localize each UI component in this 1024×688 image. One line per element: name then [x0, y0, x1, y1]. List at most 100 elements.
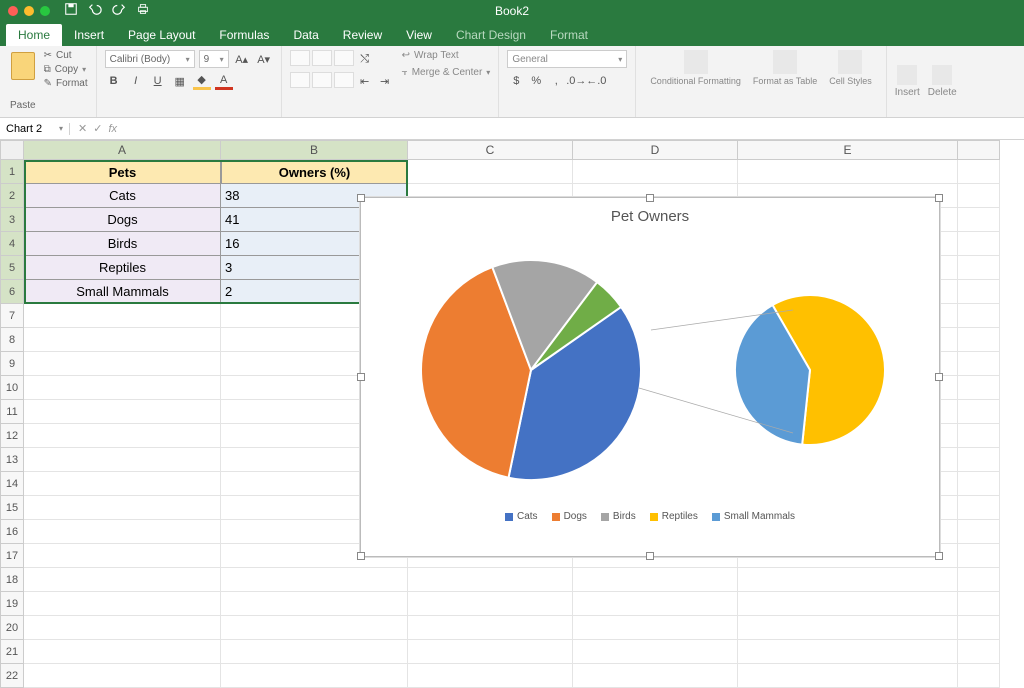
cell[interactable] [573, 568, 738, 592]
chart-object[interactable]: Pet Owners CatsDogsBirdsReptilesSmall Ma… [360, 197, 940, 557]
row-header[interactable]: 9 [0, 352, 24, 376]
cell[interactable] [221, 592, 408, 616]
tab-insert[interactable]: Insert [62, 24, 116, 46]
col-header-b[interactable]: B [221, 140, 408, 160]
row-header[interactable]: 6 [0, 280, 24, 304]
cell[interactable] [958, 184, 1000, 208]
cell[interactable] [221, 640, 408, 664]
undo-icon[interactable] [88, 2, 102, 21]
cell[interactable] [24, 616, 221, 640]
cell[interactable] [24, 640, 221, 664]
increase-font-button[interactable]: A▴ [233, 50, 251, 68]
cell[interactable] [24, 424, 221, 448]
row-header[interactable]: 13 [0, 448, 24, 472]
align-top-button[interactable] [290, 50, 310, 66]
align-left-button[interactable] [290, 72, 310, 88]
resize-handle[interactable] [935, 194, 943, 202]
font-name-select[interactable]: Calibri (Body)▾ [105, 50, 195, 68]
row-header[interactable]: 21 [0, 640, 24, 664]
cell[interactable] [408, 640, 573, 664]
cell[interactable] [738, 664, 958, 688]
tab-view[interactable]: View [394, 24, 444, 46]
col-header-d[interactable]: D [573, 140, 738, 160]
name-box[interactable]: Chart 2▾ [0, 123, 70, 135]
row-header[interactable]: 15 [0, 496, 24, 520]
copy-button[interactable]: ⧉Copy▾ [44, 64, 88, 75]
font-size-select[interactable]: 9▾ [199, 50, 229, 68]
cell[interactable] [958, 520, 1000, 544]
decrease-indent-button[interactable]: ⇤ [356, 72, 374, 90]
border-button[interactable]: ▦ [171, 72, 189, 90]
minimize-window-button[interactable] [24, 6, 34, 16]
align-middle-button[interactable] [312, 50, 332, 66]
row-header[interactable]: 8 [0, 328, 24, 352]
align-center-button[interactable] [312, 72, 332, 88]
format-as-table-button[interactable]: Format as Table [747, 50, 823, 113]
redo-icon[interactable] [112, 2, 126, 21]
cell[interactable] [958, 640, 1000, 664]
cell[interactable] [958, 304, 1000, 328]
cell[interactable] [24, 400, 221, 424]
cell[interactable] [958, 208, 1000, 232]
cell[interactable] [408, 592, 573, 616]
cell[interactable] [24, 568, 221, 592]
cell[interactable] [573, 616, 738, 640]
conditional-formatting-button[interactable]: Conditional Formatting [644, 50, 747, 113]
col-header-e[interactable]: E [738, 140, 958, 160]
currency-button[interactable]: $ [507, 72, 525, 90]
cell[interactable] [24, 448, 221, 472]
cell[interactable] [958, 328, 1000, 352]
cell[interactable] [958, 448, 1000, 472]
col-header-a[interactable]: A [24, 140, 221, 160]
cell[interactable] [958, 232, 1000, 256]
chart-title[interactable]: Pet Owners [361, 198, 939, 225]
select-all-corner[interactable] [0, 140, 24, 160]
row-header[interactable]: 17 [0, 544, 24, 568]
cell[interactable] [958, 568, 1000, 592]
cell[interactable] [24, 328, 221, 352]
cell[interactable] [24, 496, 221, 520]
cell[interactable] [958, 400, 1000, 424]
cell[interactable] [408, 160, 573, 184]
tab-formulas[interactable]: Formulas [207, 24, 281, 46]
cell[interactable] [958, 616, 1000, 640]
cell[interactable]: Small Mammals [24, 280, 221, 304]
merge-center-button[interactable]: ⫟Merge & Center▾ [402, 67, 491, 78]
worksheet[interactable]: A B C D E 123456789101112131415161718192… [0, 140, 1024, 683]
cell[interactable]: Cats [24, 184, 221, 208]
cell[interactable] [958, 592, 1000, 616]
increase-decimal-button[interactable]: .0→ [567, 72, 585, 90]
row-header[interactable]: 7 [0, 304, 24, 328]
cell[interactable] [738, 160, 958, 184]
cell[interactable] [738, 640, 958, 664]
row-header[interactable]: 1 [0, 160, 24, 184]
cell[interactable] [958, 424, 1000, 448]
cell[interactable]: Reptiles [24, 256, 221, 280]
bold-button[interactable]: B [105, 72, 123, 90]
resize-handle[interactable] [935, 552, 943, 560]
row-header[interactable]: 5 [0, 256, 24, 280]
percent-button[interactable]: % [527, 72, 545, 90]
cell[interactable] [958, 256, 1000, 280]
row-header[interactable]: 3 [0, 208, 24, 232]
cell[interactable] [24, 352, 221, 376]
cell[interactable] [24, 376, 221, 400]
cell[interactable] [573, 664, 738, 688]
cell[interactable] [221, 568, 408, 592]
decrease-decimal-button[interactable]: ←.0 [587, 72, 605, 90]
tab-chart-design[interactable]: Chart Design [444, 24, 538, 46]
cell[interactable] [958, 472, 1000, 496]
resize-handle[interactable] [357, 194, 365, 202]
cell[interactable]: Pets [24, 160, 221, 184]
cell[interactable] [958, 376, 1000, 400]
wrap-text-button[interactable]: ↩Wrap Text [402, 50, 491, 61]
align-right-button[interactable] [334, 72, 354, 88]
cell[interactable] [573, 640, 738, 664]
cell[interactable] [958, 664, 1000, 688]
delete-cells-button[interactable]: Delete [928, 65, 957, 98]
row-header[interactable]: 2 [0, 184, 24, 208]
format-painter-button[interactable]: ✎Format [44, 78, 88, 89]
cell[interactable] [958, 160, 1000, 184]
increase-indent-button[interactable]: ⇥ [376, 72, 394, 90]
orientation-button[interactable]: ⤭ [356, 50, 374, 68]
